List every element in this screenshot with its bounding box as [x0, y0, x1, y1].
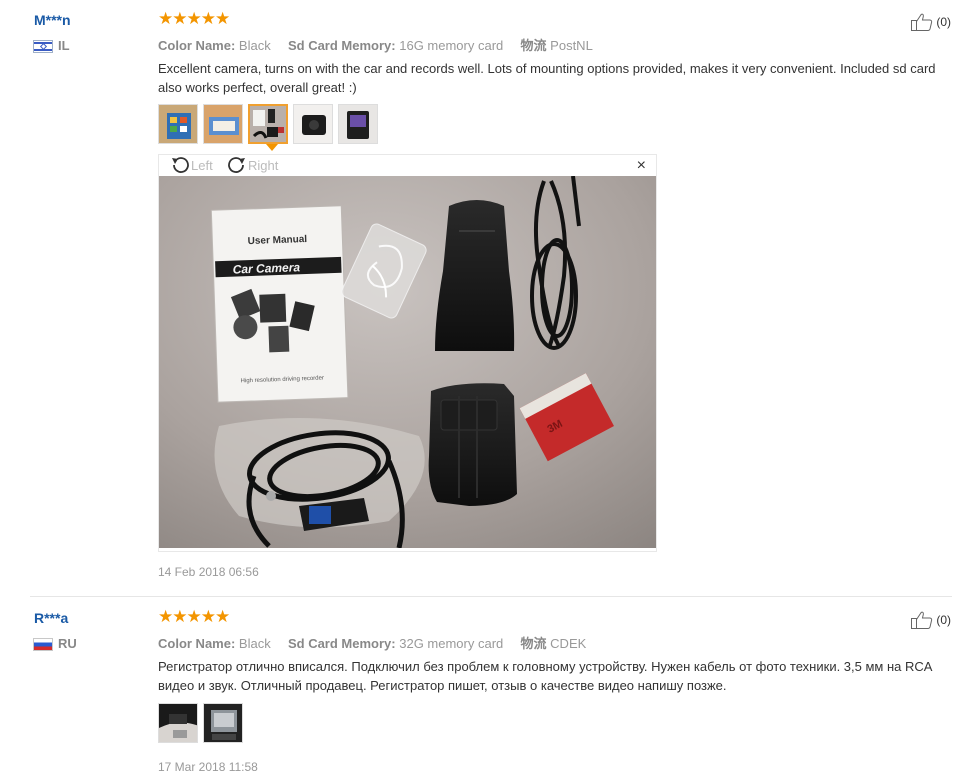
manual-banner-text: Car Camera — [232, 260, 300, 276]
reviewer-name[interactable]: M***n — [34, 12, 71, 28]
helpful-button[interactable]: (0) — [910, 12, 951, 32]
close-viewer-button[interactable]: × — [637, 157, 646, 175]
attr-value: 32G memory card — [399, 636, 504, 651]
manual-title-text: User Manual — [248, 234, 308, 247]
attr-value: Black — [238, 636, 271, 651]
flag-icon — [33, 638, 53, 651]
review-item: R***a RU ★★★★★ (0) Color Name: Black Sd … — [0, 597, 957, 776]
review-item: M***n IL ★★★★★ (0) Color Name: Black Sd … — [0, 0, 957, 596]
review-attributes: Color Name: Black Sd Card Memory: 32G me… — [158, 633, 586, 652]
photo-thumbnail[interactable] — [293, 104, 333, 144]
attr-label: 物流 — [520, 636, 547, 651]
attr-label: 物流 — [520, 38, 547, 53]
photo-thumbnails — [158, 104, 383, 144]
photo-thumbnail-selected[interactable] — [248, 104, 288, 144]
review-photo: User Manual Car Camera High resolution d… — [159, 176, 656, 548]
review-attributes: Color Name: Black Sd Card Memory: 16G me… — [158, 35, 593, 54]
helpful-count: (0) — [936, 613, 951, 627]
flag-icon — [33, 40, 53, 53]
attr-value: 16G memory card — [399, 38, 504, 53]
photo-thumbnail[interactable] — [203, 703, 243, 743]
photo-thumbnail[interactable] — [203, 104, 243, 144]
review-text: Регистратор отлично вписался. Подключил … — [158, 659, 932, 693]
thumbs-up-icon — [911, 611, 933, 629]
attr-value: CDEK — [550, 636, 587, 651]
attr-label: Sd Card Memory: — [287, 38, 396, 53]
reviewer-name[interactable]: R***a — [34, 610, 68, 626]
photo-viewer-toolbar: Left Right × — [159, 155, 656, 176]
rotate-right-icon — [228, 157, 245, 173]
attr-label: Sd Card Memory: — [287, 636, 396, 651]
photo-thumbnail[interactable] — [158, 703, 198, 743]
helpful-count: (0) — [936, 15, 951, 29]
selected-photo-indicator — [266, 144, 278, 151]
attr-label: Color Name: — [158, 636, 236, 651]
rotate-right-button[interactable]: Right — [226, 156, 278, 174]
star-rating: ★★★★★ — [158, 9, 230, 28]
review-date: 14 Feb 2018 06:56 — [158, 565, 259, 579]
thumbs-up-icon — [911, 13, 933, 31]
reviewer-country: RU — [58, 636, 77, 651]
photo-thumbnails — [158, 703, 248, 743]
review-text: Excellent camera, turns on with the car … — [158, 61, 936, 95]
photo-thumbnail[interactable] — [158, 104, 198, 144]
rotate-left-button[interactable]: Left — [169, 156, 213, 174]
attr-label: Color Name: — [158, 38, 236, 53]
attr-value: PostNL — [550, 38, 593, 53]
photo-thumbnail[interactable] — [338, 104, 378, 144]
attr-value: Black — [238, 38, 271, 53]
reviewer-country: IL — [58, 38, 70, 53]
rotate-left-icon — [172, 157, 189, 173]
star-rating: ★★★★★ — [158, 607, 230, 626]
photo-viewer: Left Right × User Manual Car Camera High… — [158, 154, 657, 552]
review-date: 17 Mar 2018 11:58 — [158, 760, 258, 774]
helpful-button[interactable]: (0) — [910, 610, 951, 630]
